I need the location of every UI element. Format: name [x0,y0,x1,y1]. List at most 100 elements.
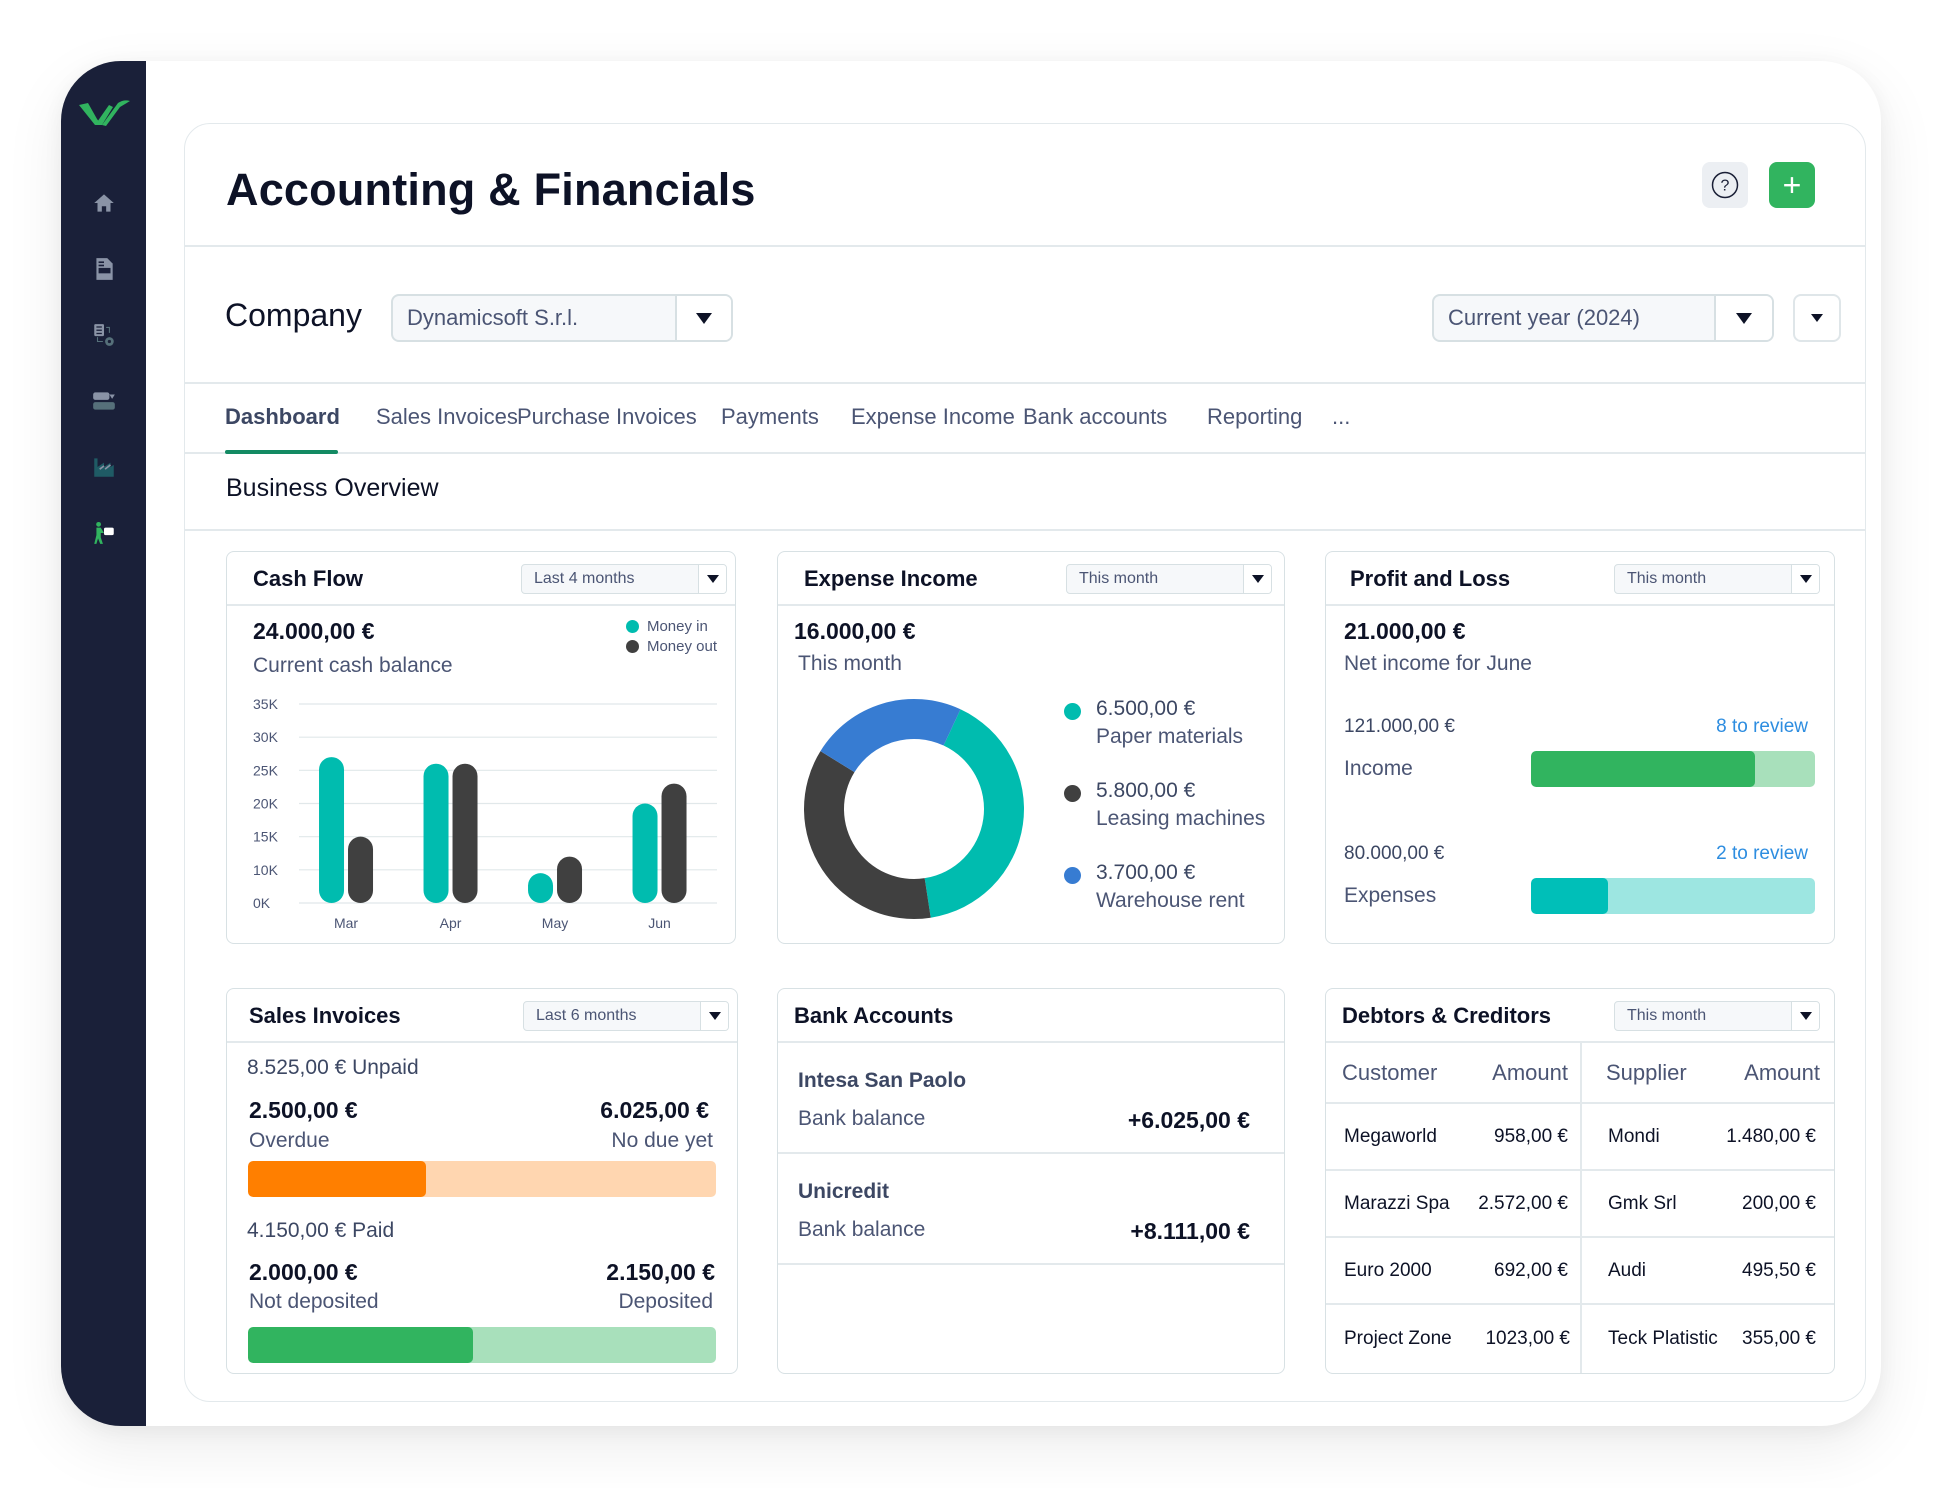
tab-reporting[interactable]: Reporting [1207,404,1302,430]
expense-amount: 5.800,00 € [1096,779,1196,802]
period-select[interactable]: Current year (2024) [1432,294,1774,342]
column-divider [1580,1043,1582,1373]
expense-legend: 6.500,00 € Paper materials 5.800,00 € Le… [1064,697,1265,943]
section-title: Business Overview [226,474,439,502]
donut-slice-leasing-machines [804,751,931,919]
bar-money-out [348,836,374,903]
sidebar-item-deliveries[interactable] [88,517,120,549]
tab-expense-income[interactable]: Expense Income [851,404,1015,430]
tab-payments[interactable]: Payments [721,404,819,430]
card-title: Expense Income [804,566,978,591]
sidebar-item-transfers[interactable] [88,385,120,417]
sales-invoices-range-select[interactable]: Last 6 months [523,1001,729,1031]
bank-account-row[interactable]: Unicredit Bank balance +8.111,00 € [778,1154,1284,1265]
customer-amount: 958,00 € [1494,1125,1568,1147]
period-select-toggle[interactable] [1714,296,1772,340]
tab-bank-accounts[interactable]: Bank accounts [1023,404,1167,430]
card-header: Expense Income This month [778,552,1284,606]
card-title: Cash Flow [253,566,364,591]
caret-down-icon [1799,575,1812,583]
svg-text:?: ? [1721,178,1730,195]
range-toggle[interactable] [700,1002,728,1030]
expense-name: Warehouse rent [1096,889,1245,912]
tab-purchase-invoices[interactable]: Purchase Invoices [517,404,697,430]
legend-swatch [1064,785,1081,802]
caret-down-icon [1736,312,1752,324]
expense-total-amount: 16.000,00 € [794,618,916,644]
plus-icon: + [1782,167,1802,203]
profit-loss-range-select[interactable]: This month [1614,564,1820,594]
range-toggle[interactable] [698,565,726,593]
brand-logo-icon[interactable] [76,95,132,131]
sidebar [61,61,146,1426]
main-panel: Accounting & Financials ? + Company Dyna… [184,123,1866,1402]
legend-swatch [625,639,639,653]
expense-legend-item: 6.500,00 € Paper materials [1064,697,1265,779]
income-progress-bar [1531,751,1815,787]
tab-more[interactable]: ... [1332,404,1350,430]
x-tick-label: Apr [440,915,462,931]
more-options-button[interactable] [1793,294,1841,342]
document-settings-icon [93,324,114,346]
column-header-customer-amount: Amount [1492,1059,1568,1085]
expense-donut-chart [804,699,1024,919]
unpaid-progress-fill [248,1161,426,1197]
bank-account-row[interactable]: Intesa San Paolo Bank balance +6.025,00 … [778,1043,1284,1154]
bar-money-out [557,856,583,903]
profit-loss-card: Profit and Loss This month 21.000,00 € N… [1325,551,1835,944]
card-title: Bank Accounts [794,1003,954,1028]
sidebar-item-home[interactable] [88,187,120,219]
sidebar-item-reports[interactable] [88,451,120,483]
y-tick-label: 0K [253,895,271,911]
customer-name: Project Zone [1344,1327,1452,1349]
caret-down-icon [1811,314,1823,322]
help-button[interactable]: ? [1702,162,1748,208]
cash-flow-range-select[interactable]: Last 4 months [521,564,727,594]
company-select[interactable]: Dynamicsoft S.r.l. [391,294,733,342]
expenses-review-link[interactable]: 2 to review [1716,843,1808,865]
expense-name: Leasing machines [1096,807,1266,830]
legend-swatch [625,619,639,633]
company-select-toggle[interactable] [675,296,731,340]
expense-income-card: Expense Income This month 16.000,00 € Th… [777,551,1285,944]
legend-label: Money out [646,637,717,655]
customer-amount: 2.572,00 € [1478,1192,1568,1214]
tab-dashboard[interactable]: Dashboard [225,404,340,430]
y-tick-label: 30K [253,729,279,745]
overdue-label: Overdue [249,1129,330,1152]
range-toggle[interactable] [1791,1002,1819,1030]
y-tick-label: 15K [253,829,279,845]
range-toggle[interactable] [1243,565,1271,593]
cash-balance-label: Current cash balance [253,654,453,677]
add-button[interactable]: + [1769,162,1815,208]
range-value: This month [1627,570,1707,587]
page-title: Accounting & Financials [226,164,756,215]
supplier-amount: 355,00 € [1742,1327,1816,1349]
caret-down-icon [706,575,719,583]
tab-bar: Dashboard Sales Invoices Purchase Invoic… [185,384,1865,454]
sidebar-item-document-settings[interactable] [88,319,120,351]
sidebar-item-invoices[interactable] [88,253,120,285]
cash-flow-chart: 0K 10K 15K 20K 25K 30K 35K Mar Apr May Jun [253,696,717,931]
debtors-creditors-range-select[interactable]: This month [1614,1001,1820,1031]
bar-money-in [632,803,658,903]
expenses-progress-bar [1531,878,1815,914]
invoice-document-icon [95,258,113,280]
expense-income-range-select[interactable]: This month [1066,564,1272,594]
income-review-link[interactable]: 8 to review [1716,716,1808,738]
bank-balance-label: Bank balance [798,1218,926,1241]
customer-amount: 1023,00 € [1485,1327,1570,1349]
range-value: This month [1079,570,1159,587]
tab-sales-invoices[interactable]: Sales Invoices [376,404,518,430]
y-tick-label: 35K [253,696,279,712]
cash-balance-amount: 24.000,00 € [253,618,375,644]
card-header: Sales Invoices Last 6 months [227,989,737,1043]
bar-money-out [661,783,687,903]
bank-balance-label: Bank balance [798,1107,926,1130]
customer-name: Marazzi Spa [1344,1192,1450,1214]
range-toggle[interactable] [1791,565,1819,593]
caret-down-icon [1799,1012,1812,1020]
card-header: Cash Flow Last 4 months [227,552,735,606]
income-progress-fill [1531,751,1756,787]
unpaid-progress-bar [248,1161,716,1197]
